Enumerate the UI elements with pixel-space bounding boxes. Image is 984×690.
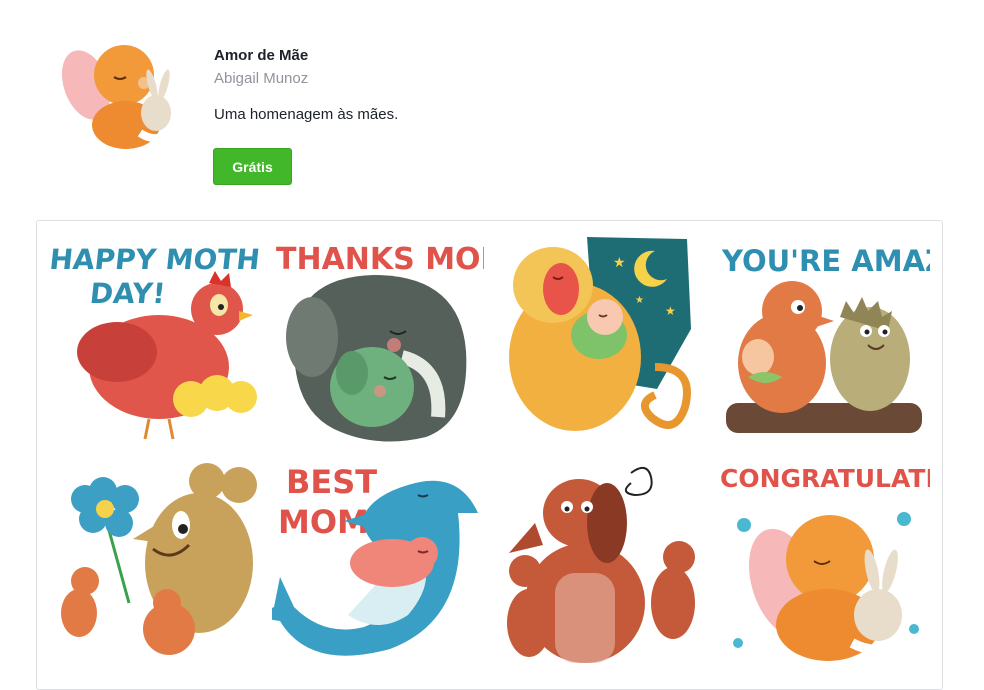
sticker-caption: YOU'RE AMAZING <box>721 244 930 278</box>
get-free-button[interactable]: Grátis <box>213 148 292 185</box>
pack-title: Amor de Mãe <box>214 47 309 64</box>
tired-dog-with-puppies-sticker[interactable] <box>495 453 707 673</box>
sticker-caption-line2: DAY! <box>88 277 167 310</box>
elephant-hug-sticker[interactable]: THANKS MOM <box>272 227 484 447</box>
svg-text:★: ★ <box>613 254 626 270</box>
mother-hugging-bunny-sticker[interactable]: CONGRATULATIONS <box>718 453 930 673</box>
monkey-with-baby-sticker[interactable]: ★ ★ ★ <box>495 227 707 447</box>
mother-and-baby-sticker-icon <box>56 33 184 153</box>
hen-with-chicks-sticker[interactable]: HAPPY MOTHER'S DAY! <box>49 227 261 447</box>
sticker-caption: CONGRATULATIONS <box>720 464 930 493</box>
pack-description: Uma homenagem às mães. <box>214 106 399 123</box>
sticker-caption: THANKS MOM <box>276 242 484 277</box>
dolphin-mom-sticker[interactable]: BEST MOM <box>272 453 484 673</box>
sticker-pack-header: Amor de Mãe Abigail Munoz Uma homenagem … <box>0 0 984 210</box>
pack-author[interactable]: Abigail Munoz <box>214 70 308 87</box>
mouse-with-flower-sticker[interactable] <box>49 453 261 673</box>
sticker-caption: BEST <box>286 463 377 501</box>
sticker-grid: HAPPY MOTHER'S DAY! THANKS MOM <box>36 220 943 690</box>
svg-text:★: ★ <box>635 295 644 306</box>
sticker-caption: HAPPY MOTHER'S <box>49 243 261 276</box>
bear-and-hedgehog-sticker[interactable]: YOU'RE AMAZING <box>718 227 930 447</box>
svg-text:★: ★ <box>665 304 676 318</box>
